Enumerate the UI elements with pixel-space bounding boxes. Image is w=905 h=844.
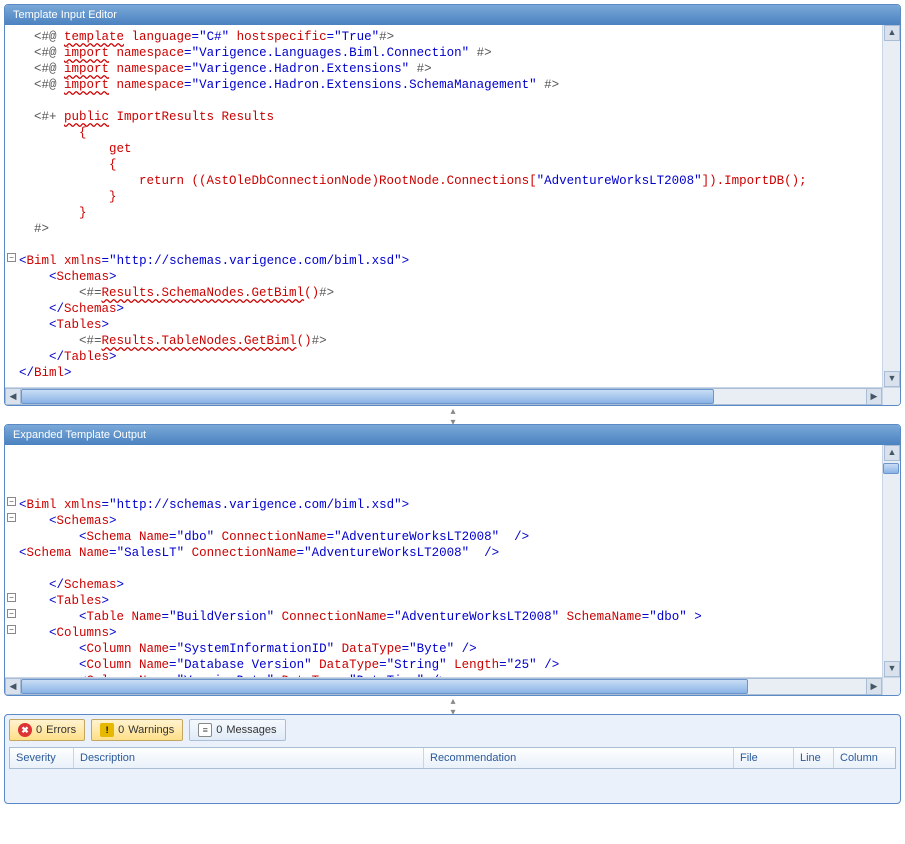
fold-toggle-icon[interactable]: − (7, 253, 16, 262)
scroll-up-icon[interactable]: ▲ (884, 445, 900, 461)
input-code-body[interactable]: <#@ template language="C#" hostspecific=… (19, 25, 882, 387)
warnings-label: Warnings (128, 724, 174, 736)
output-horizontal-scrollbar[interactable]: ◀ ▶ (5, 677, 882, 695)
col-column[interactable]: Column (834, 748, 895, 768)
errors-count: 0 (36, 724, 42, 736)
fold-toggle-icon[interactable]: − (7, 513, 16, 522)
horizontal-splitter[interactable]: ▴▾ (4, 410, 901, 424)
col-description[interactable]: Description (74, 748, 424, 768)
messages-count: 0 (216, 724, 222, 736)
output-gutter: − − − − − (5, 445, 19, 677)
input-gutter: − (5, 25, 19, 387)
scroll-down-icon[interactable]: ▼ (884, 371, 900, 387)
fold-toggle-icon[interactable]: − (7, 497, 16, 506)
output-vertical-scrollbar[interactable]: ▲ ▼ (882, 445, 900, 677)
error-tab-buttons: ✖ 0 Errors ! 0 Warnings ≡ 0 Messages (9, 719, 896, 741)
warnings-count: 0 (118, 724, 124, 736)
fold-toggle-icon[interactable]: − (7, 625, 16, 634)
scroll-track[interactable] (21, 678, 866, 695)
output-panel-title: Expanded Template Output (5, 425, 900, 445)
scroll-thumb[interactable] (883, 463, 899, 474)
scroll-corner (882, 387, 900, 405)
scroll-down-icon[interactable]: ▼ (884, 661, 900, 677)
scroll-thumb[interactable] (21, 679, 748, 694)
expanded-output-panel: Expanded Template Output − − − − − <Biml xml… (4, 424, 901, 696)
col-line[interactable]: Line (794, 748, 834, 768)
errors-label: Errors (46, 724, 76, 736)
col-file[interactable]: File (734, 748, 794, 768)
error-list-panel: ✖ 0 Errors ! 0 Warnings ≡ 0 Messages Sev… (4, 714, 901, 804)
input-panel-title: Template Input Editor (5, 5, 900, 25)
messages-tab-button[interactable]: ≡ 0 Messages (189, 719, 285, 741)
input-vertical-scrollbar[interactable]: ▲ ▼ (882, 25, 900, 387)
scroll-corner (882, 677, 900, 695)
message-icon: ≡ (198, 723, 212, 737)
col-severity[interactable]: Severity (10, 748, 74, 768)
warning-icon: ! (100, 723, 114, 737)
template-input-editor-panel: Template Input Editor − <#@ template lan… (4, 4, 901, 406)
scroll-up-icon[interactable]: ▲ (884, 25, 900, 41)
scroll-right-icon[interactable]: ▶ (866, 678, 882, 695)
input-horizontal-scrollbar[interactable]: ◀ ▶ (5, 387, 882, 405)
errors-tab-button[interactable]: ✖ 0 Errors (9, 719, 85, 741)
col-recommendation[interactable]: Recommendation (424, 748, 734, 768)
scroll-thumb[interactable] (21, 389, 714, 404)
error-icon: ✖ (18, 723, 32, 737)
output-code-area[interactable]: − − − − − <Biml xmlns="http://schemas.varige… (5, 445, 900, 695)
scroll-track[interactable] (21, 388, 866, 405)
scroll-left-icon[interactable]: ◀ (5, 388, 21, 405)
splitter-grip-icon: ▴▾ (450, 406, 454, 428)
input-code-area[interactable]: − <#@ template language="C#" hostspecifi… (5, 25, 900, 405)
fold-toggle-icon[interactable]: − (7, 593, 16, 602)
splitter-grip-icon: ▴▾ (450, 696, 454, 718)
output-code-body[interactable]: <Biml xmlns="http://schemas.varigence.co… (19, 445, 882, 677)
horizontal-splitter[interactable]: ▴▾ (4, 700, 901, 714)
fold-toggle-icon[interactable]: − (7, 609, 16, 618)
scroll-right-icon[interactable]: ▶ (866, 388, 882, 405)
warnings-tab-button[interactable]: ! 0 Warnings (91, 719, 183, 741)
error-grid-header: Severity Description Recommendation File… (9, 747, 896, 769)
scroll-left-icon[interactable]: ◀ (5, 678, 21, 695)
messages-label: Messages (226, 724, 276, 736)
